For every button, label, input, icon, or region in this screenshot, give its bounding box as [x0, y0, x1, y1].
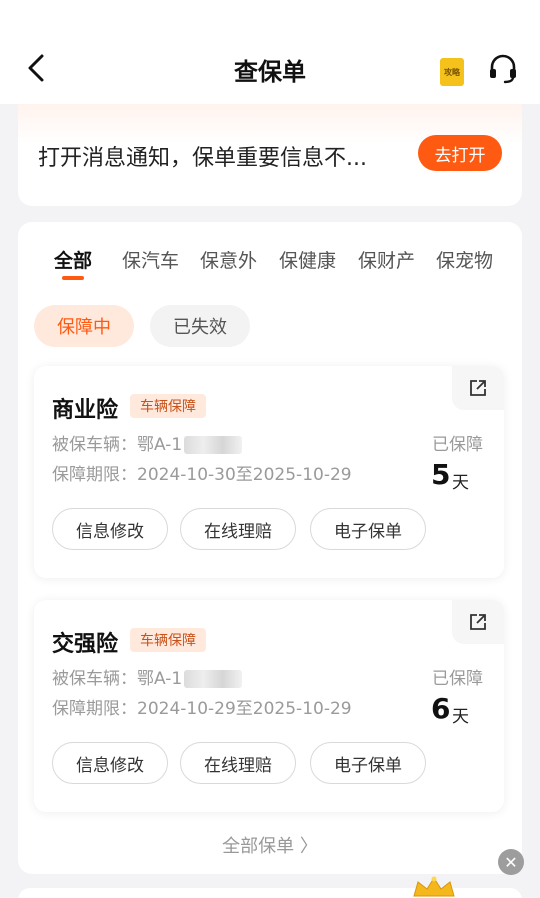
tab-car[interactable]: 保汽车 — [122, 246, 179, 273]
tab-property[interactable]: 保财产 — [358, 246, 415, 273]
tab-accident[interactable]: 保意外 — [200, 246, 257, 273]
policy-card[interactable]: 交强险 车辆保障 被保车辆：鄂A-1 保障期限：2024-10-29至2025-… — [34, 600, 504, 812]
enable-notification-button[interactable]: 去打开 — [418, 135, 502, 171]
tab-all[interactable]: 全部 — [54, 246, 92, 273]
policy-name: 商业险 — [52, 398, 119, 423]
insured-vehicle: 被保车辆：鄂A-1 — [52, 664, 243, 689]
insured-vehicle: 被保车辆：鄂A-1 — [52, 430, 243, 455]
policy-list-panel: 全部 保汽车 保意外 保健康 保财产 保宠物 保障中 已失效 商业险 车辆保障 … — [18, 222, 522, 874]
coverage-period: 保障期限：2024-10-30至2025-10-29 — [52, 465, 352, 485]
online-claim-button[interactable]: 在线理赔 — [180, 508, 296, 550]
tab-health[interactable]: 保健康 — [279, 246, 336, 273]
online-claim-button[interactable]: 在线理赔 — [180, 742, 296, 784]
external-link-icon — [470, 614, 486, 630]
coverage-status: 已保障 — [432, 435, 483, 455]
filter-expired-chip[interactable]: 已失效 — [150, 305, 250, 347]
notification-banner: 打开消息通知，保单重要信息不... 去打开 — [18, 104, 522, 206]
edit-info-button[interactable]: 信息修改 — [52, 742, 168, 784]
plate-mask — [184, 436, 243, 454]
tab-active-indicator — [62, 276, 84, 280]
close-icon[interactable]: ✕ — [498, 849, 524, 875]
top-bar: 查保单 攻略 — [0, 0, 540, 104]
policy-tag: 车辆保障 — [130, 394, 206, 418]
headset-icon[interactable] — [486, 52, 520, 86]
external-link-button[interactable] — [452, 366, 504, 410]
coverage-status: 已保障 — [432, 669, 483, 689]
notification-text: 打开消息通知，保单重要信息不... — [38, 146, 367, 171]
coverage-period: 保障期限：2024-10-29至2025-10-29 — [52, 699, 352, 719]
policy-tag: 车辆保障 — [130, 628, 206, 652]
external-link-icon — [470, 380, 486, 396]
days-unit: 天 — [452, 473, 469, 493]
edit-info-button[interactable]: 信息修改 — [52, 508, 168, 550]
filter-active-chip[interactable]: 保障中 — [34, 305, 134, 347]
policy-name: 交强险 — [52, 632, 119, 657]
tab-pet[interactable]: 保宠物 — [436, 246, 493, 273]
e-policy-button[interactable]: 电子保单 — [310, 508, 426, 550]
e-policy-button[interactable]: 电子保单 — [310, 742, 426, 784]
policy-card[interactable]: 商业险 车辆保障 被保车辆：鄂A-1 保障期限：2024-10-30至2025-… — [34, 366, 504, 578]
crown-icon — [413, 876, 455, 897]
guide-book-icon[interactable]: 攻略 — [440, 58, 464, 86]
external-link-button[interactable] — [452, 600, 504, 644]
all-policies-link[interactable]: 全部保单 〉 — [18, 832, 522, 858]
covered-days: 6 — [431, 692, 451, 725]
plate-mask — [184, 670, 243, 688]
days-unit: 天 — [452, 707, 469, 727]
covered-days: 5 — [431, 458, 451, 491]
